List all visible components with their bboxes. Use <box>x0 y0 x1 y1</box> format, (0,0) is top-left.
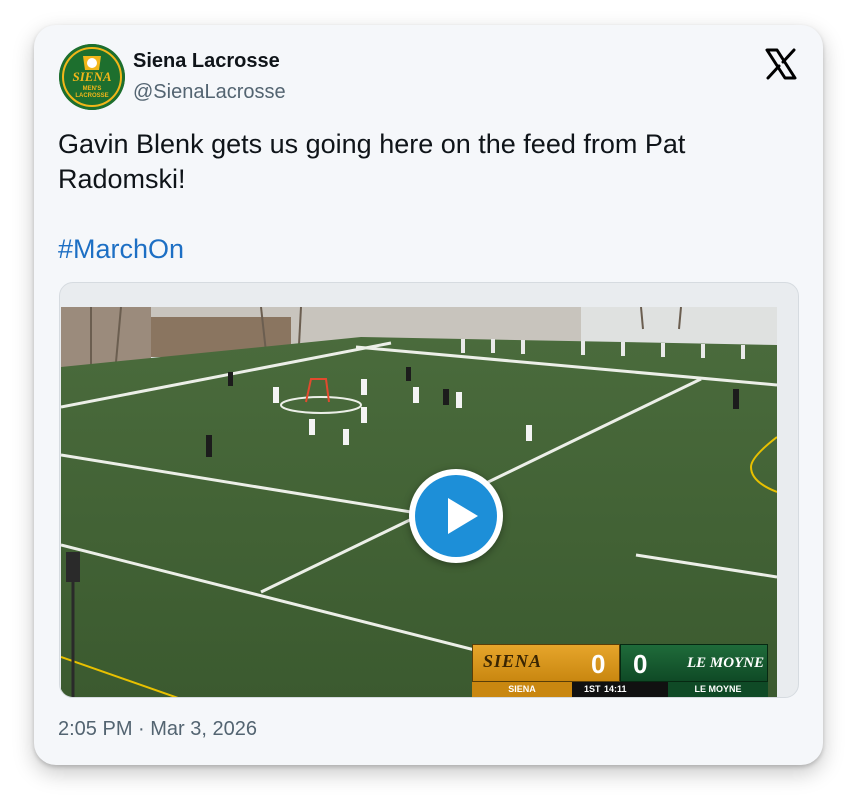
avatar-text-mens: MEN'S <box>83 86 102 92</box>
tweet-timestamp[interactable]: 2:05 PM · Mar 3, 2026 <box>58 718 257 741</box>
author-handle[interactable]: @SienaLacrosse <box>133 81 286 104</box>
scoreboard-home-label: SIENA <box>472 682 572 697</box>
video-media[interactable]: SIENA 0 0 LE MOYNE SIENA 1ST 14:11 LE MO… <box>59 282 799 698</box>
scoreboard-home: SIENA 0 <box>472 644 620 682</box>
scoreboard: SIENA 0 0 LE MOYNE SIENA 1ST 14:11 LE MO… <box>472 644 768 697</box>
tweet-text: Gavin Blenk gets us going here on the fe… <box>58 129 686 194</box>
play-button-circle <box>415 475 497 557</box>
play-icon <box>448 498 478 534</box>
author-name[interactable]: Siena Lacrosse <box>133 50 280 73</box>
avatar[interactable]: SIENA MEN'S LACROSSE <box>59 44 125 110</box>
avatar-text-siena: SIENA <box>72 69 111 84</box>
scoreboard-away: 0 LE MOYNE <box>620 644 768 682</box>
scoreboard-away-score: 0 <box>633 649 648 679</box>
scoreboard-clock: 14:11 <box>604 684 627 694</box>
tweet-card: SIENA MEN'S LACROSSE Siena Lacrosse @Sie… <box>34 25 823 765</box>
avatar-text-lacrosse: LACROSSE <box>75 93 108 99</box>
scoreboard-period: 1ST <box>584 684 601 694</box>
scoreboard-info-bar: SIENA 1ST 14:11 LE MOYNE <box>472 682 768 697</box>
scoreboard-home-score: 0 <box>591 649 606 679</box>
scoreboard-away-label: LE MOYNE <box>668 682 768 697</box>
x-logo-icon[interactable] <box>763 46 799 82</box>
scoreboard-away-name: LE MOYNE <box>687 655 765 671</box>
video-frame[interactable]: SIENA 0 0 LE MOYNE SIENA 1ST 14:11 LE MO… <box>61 307 777 697</box>
hashtag-link[interactable]: #MarchOn <box>58 232 184 267</box>
scoreboard-home-name: SIENA <box>483 651 543 671</box>
play-button[interactable] <box>409 469 503 563</box>
